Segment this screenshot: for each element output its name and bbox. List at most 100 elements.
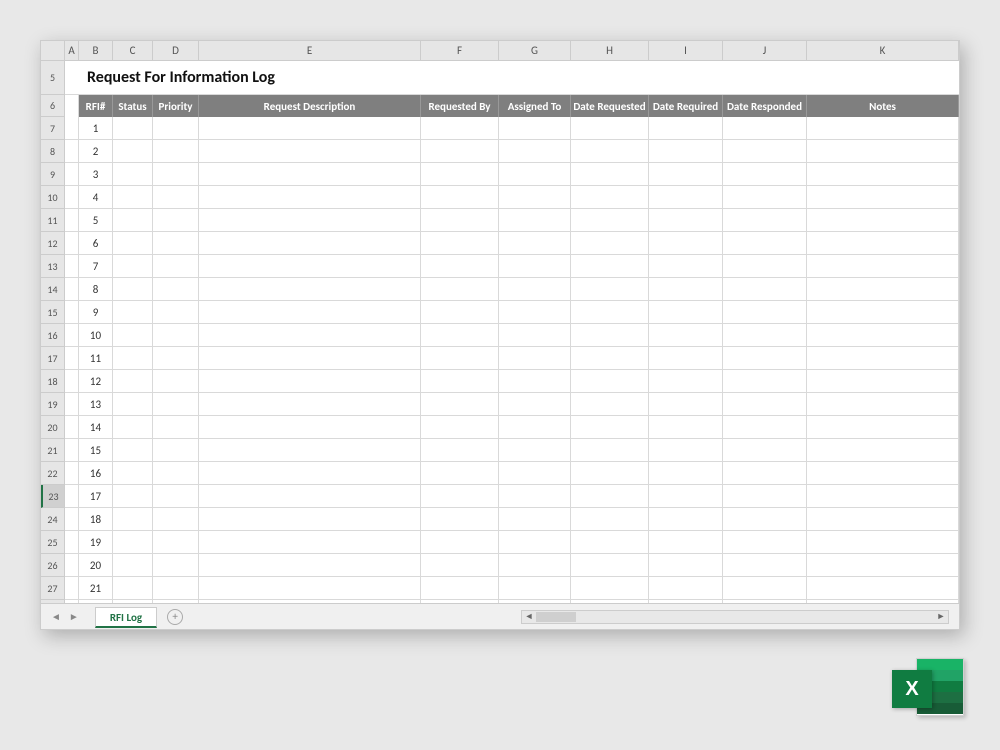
- cell[interactable]: [807, 462, 959, 484]
- cell[interactable]: [421, 347, 499, 369]
- cell[interactable]: [421, 324, 499, 346]
- cell[interactable]: [199, 393, 421, 415]
- cell[interactable]: [421, 209, 499, 231]
- cell[interactable]: [199, 117, 421, 139]
- cell[interactable]: [723, 554, 807, 576]
- cell[interactable]: 8: [79, 278, 113, 300]
- row-header[interactable]: 9: [41, 163, 64, 186]
- cell[interactable]: 9: [79, 301, 113, 323]
- column-header[interactable]: K: [807, 41, 959, 60]
- cell[interactable]: [571, 531, 649, 553]
- cell[interactable]: [153, 301, 199, 323]
- cell[interactable]: [421, 531, 499, 553]
- cell[interactable]: [199, 163, 421, 185]
- cell[interactable]: [153, 508, 199, 530]
- table-row[interactable]: 7: [65, 255, 959, 278]
- row-header[interactable]: 15: [41, 301, 64, 324]
- cell[interactable]: [807, 255, 959, 277]
- cell[interactable]: [113, 186, 153, 208]
- cell[interactable]: [153, 416, 199, 438]
- cell[interactable]: [421, 117, 499, 139]
- cell[interactable]: [571, 508, 649, 530]
- cell[interactable]: [65, 439, 79, 461]
- column-header[interactable]: G: [499, 41, 571, 60]
- cell[interactable]: [807, 232, 959, 254]
- cell[interactable]: [649, 531, 723, 553]
- table-row[interactable]: 20: [65, 554, 959, 577]
- cell[interactable]: [499, 186, 571, 208]
- th-rfi-num[interactable]: RFI#: [79, 95, 113, 117]
- cell[interactable]: [807, 209, 959, 231]
- cell[interactable]: [807, 117, 959, 139]
- cell[interactable]: [113, 439, 153, 461]
- cell[interactable]: [649, 117, 723, 139]
- cell[interactable]: [723, 531, 807, 553]
- cell[interactable]: [199, 186, 421, 208]
- cell[interactable]: [199, 347, 421, 369]
- cell[interactable]: 14: [79, 416, 113, 438]
- cell[interactable]: [113, 393, 153, 415]
- cell[interactable]: [113, 577, 153, 599]
- cell[interactable]: [113, 232, 153, 254]
- cell[interactable]: [723, 324, 807, 346]
- cell[interactable]: [571, 324, 649, 346]
- th-date-requested[interactable]: Date Requested: [571, 95, 649, 117]
- cell[interactable]: [421, 577, 499, 599]
- cell[interactable]: [65, 117, 79, 139]
- cell[interactable]: [499, 485, 571, 507]
- row-header[interactable]: 17: [41, 347, 64, 370]
- cell[interactable]: [153, 485, 199, 507]
- cell[interactable]: [571, 232, 649, 254]
- cell[interactable]: [649, 347, 723, 369]
- cell[interactable]: [199, 255, 421, 277]
- cell[interactable]: 1: [79, 117, 113, 139]
- cell[interactable]: [723, 163, 807, 185]
- cell[interactable]: [723, 255, 807, 277]
- table-row[interactable]: 11: [65, 347, 959, 370]
- column-header[interactable]: I: [649, 41, 723, 60]
- cell[interactable]: [113, 324, 153, 346]
- cell[interactable]: [571, 301, 649, 323]
- cell[interactable]: 4: [79, 186, 113, 208]
- cell[interactable]: [199, 554, 421, 576]
- cell[interactable]: [571, 117, 649, 139]
- row-header[interactable]: 27: [41, 577, 64, 600]
- cell[interactable]: [571, 347, 649, 369]
- cell[interactable]: [723, 393, 807, 415]
- row-header[interactable]: 5: [41, 61, 64, 95]
- cell[interactable]: [499, 370, 571, 392]
- cell[interactable]: [571, 485, 649, 507]
- cell[interactable]: [153, 347, 199, 369]
- cell[interactable]: [723, 301, 807, 323]
- table-row[interactable]: 9: [65, 301, 959, 324]
- column-header[interactable]: A: [65, 41, 79, 60]
- cell[interactable]: [65, 393, 79, 415]
- cell[interactable]: [649, 485, 723, 507]
- cell[interactable]: [113, 416, 153, 438]
- cell[interactable]: [153, 232, 199, 254]
- cell[interactable]: [199, 209, 421, 231]
- cell[interactable]: [421, 462, 499, 484]
- cell[interactable]: [421, 393, 499, 415]
- select-all-corner[interactable]: [41, 41, 65, 60]
- cell[interactable]: [153, 462, 199, 484]
- cell[interactable]: [649, 462, 723, 484]
- cell[interactable]: [421, 232, 499, 254]
- th-priority[interactable]: Priority: [153, 95, 199, 117]
- cell[interactable]: [199, 577, 421, 599]
- cell[interactable]: [421, 416, 499, 438]
- cell[interactable]: [65, 278, 79, 300]
- sheet-tab-rfi-log[interactable]: RFI Log: [95, 607, 157, 628]
- cell[interactable]: [571, 255, 649, 277]
- cell[interactable]: [499, 232, 571, 254]
- cell[interactable]: [153, 255, 199, 277]
- add-sheet-button[interactable]: +: [167, 609, 183, 625]
- cell[interactable]: [723, 232, 807, 254]
- cell[interactable]: 6: [79, 232, 113, 254]
- scroll-left-icon[interactable]: ◄: [522, 611, 536, 623]
- table-row[interactable]: 1: [65, 117, 959, 140]
- cell[interactable]: [113, 370, 153, 392]
- cell[interactable]: [571, 209, 649, 231]
- cell[interactable]: [421, 140, 499, 162]
- row-header[interactable]: 13: [41, 255, 64, 278]
